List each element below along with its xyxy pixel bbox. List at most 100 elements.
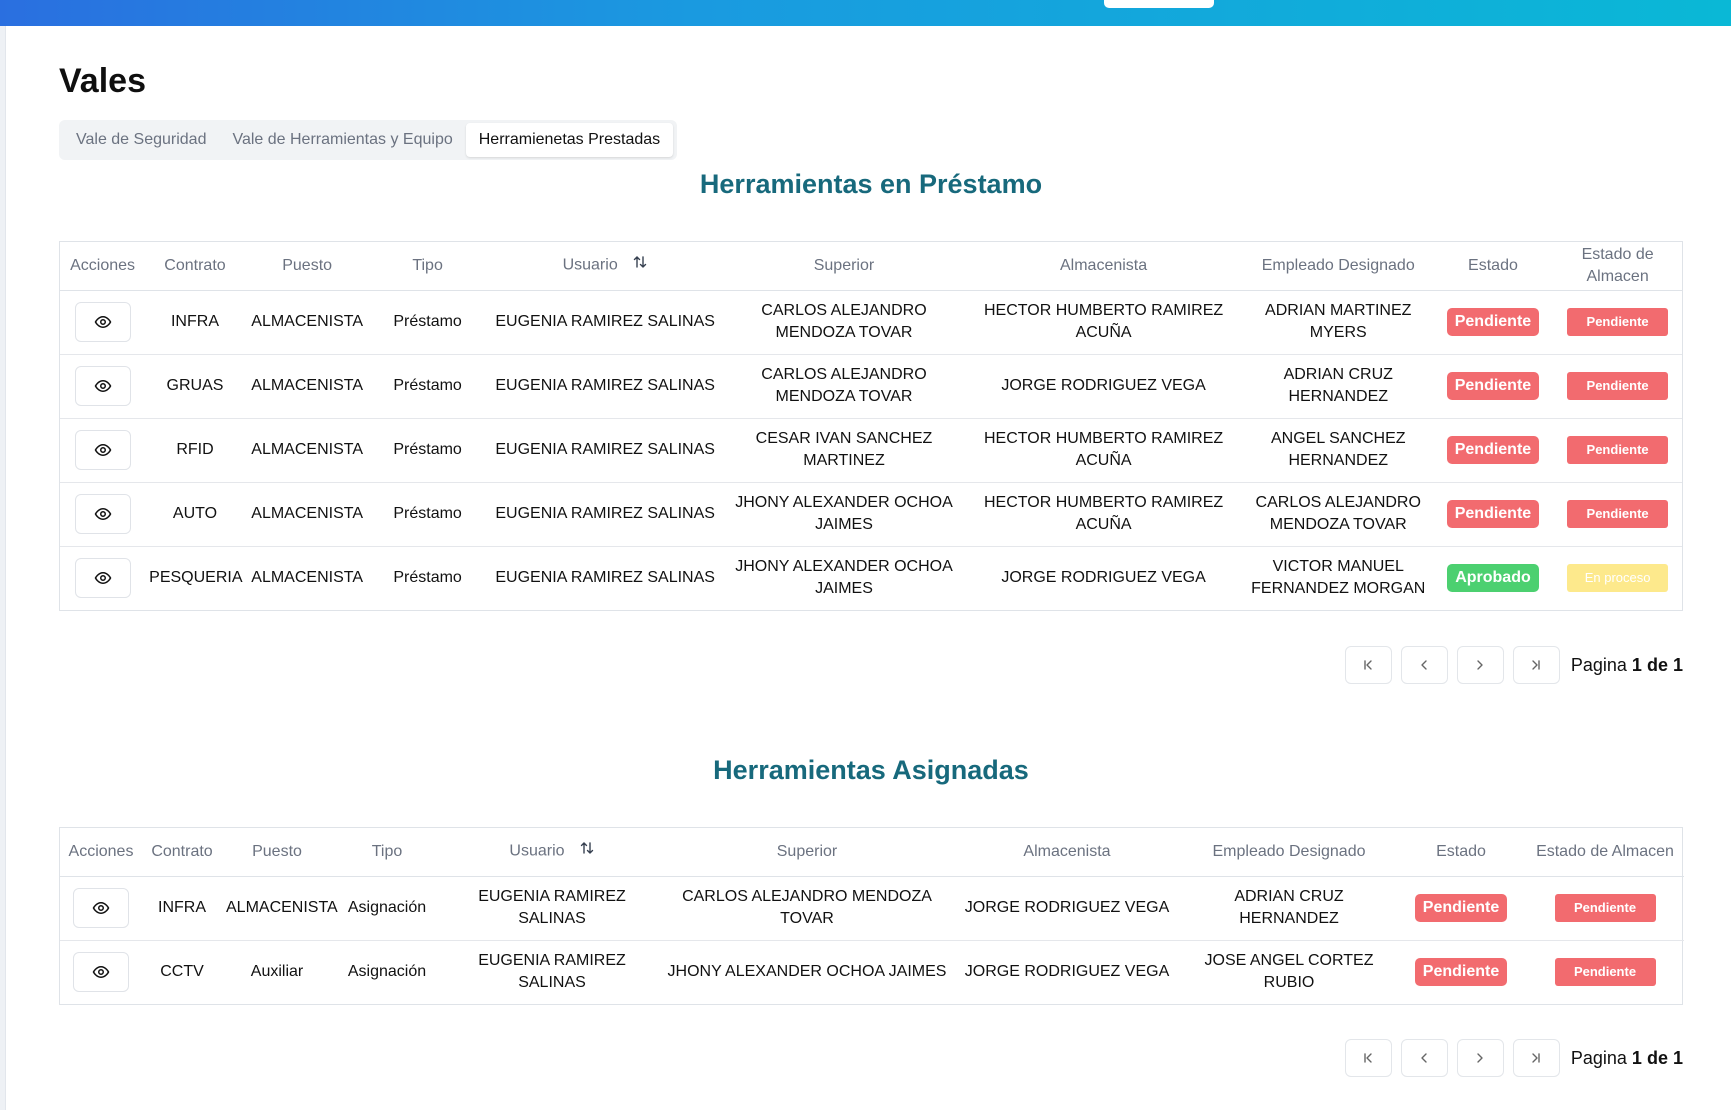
cell-puesto: ALMACENISTA [251,569,363,587]
col-estado: Estado [1432,242,1554,291]
view-button[interactable] [74,494,131,534]
col-usuario[interactable]: Usuario [485,242,725,291]
cell-empleado: ADRIAN CRUZ HERNANDEZ [1182,876,1396,941]
first-page-button[interactable] [1344,646,1392,684]
col-usuario-label: Usuario [509,842,565,860]
prev-page-button[interactable] [1400,646,1448,684]
cell-tipo: Préstamo [369,482,486,547]
top-bar-pill[interactable] [1104,0,1214,8]
col-superior: Superior [662,828,952,877]
last-page-button[interactable] [1512,646,1560,684]
cell-contrato: INFRA [142,876,222,941]
eye-icon [94,443,111,457]
cell-tipo: Asignación [347,963,427,981]
col-usuario[interactable]: Usuario [442,828,662,877]
cell-almacenista: HECTOR HUMBERTO RAMIREZ ACUÑA [963,482,1244,547]
status-badge: Pendiente [1446,372,1540,400]
view-button[interactable] [73,888,129,928]
view-button[interactable] [74,366,131,406]
status-badge: Pendiente [1414,894,1508,922]
cell-puesto: ALMACENISTA [244,290,370,355]
tab-herramientas-prestadas[interactable]: Herramienetas Prestadas [465,123,674,157]
loans-table: Acciones Contrato Puesto Tipo Usuario Su… [59,241,1683,611]
status-badge: Pendiente [1446,500,1540,528]
eye-icon [92,901,110,915]
col-empleado: Empleado Designado [1182,828,1396,877]
table-row: AUTO ALMACENISTA Préstamo EUGENIA RAMIRE… [60,482,1682,547]
table-row: INFRA ALMACENISTA Préstamo EUGENIA RAMIR… [60,290,1682,355]
cell-usuario: EUGENIA RAMIREZ SALINAS [478,952,626,992]
first-page-button[interactable] [1344,1039,1392,1077]
eye-icon [94,572,111,585]
chevron-right-icon [1477,660,1484,670]
warehouse-status-badge: En proceso [1567,564,1669,593]
col-estado: Estado [1396,828,1526,877]
chevrons-last-icon [1532,660,1541,670]
cell-superior: CARLOS ALEJANDRO MENDOZA TOVAR [724,354,964,419]
cell-almacenista: HECTOR HUMBERTO RAMIREZ ACUÑA [963,418,1244,483]
page-title: Vales [59,62,146,100]
table-header-row: Acciones Contrato Puesto Tipo Usuario Su… [60,828,1684,877]
table-row: RFID ALMACENISTA Préstamo EUGENIA RAMIRE… [60,418,1682,483]
next-page-button[interactable] [1456,646,1504,684]
cell-contrato: CCTV [160,963,204,981]
col-contrato: Contrato [145,242,245,291]
col-almacenista: Almacenista [952,828,1182,877]
cell-usuario: EUGENIA RAMIREZ SALINAS [485,482,725,547]
cell-puesto: ALMACENISTA [222,876,338,941]
cell-contrato: AUTO [145,482,245,547]
cell-tipo: Préstamo [369,418,486,483]
cell-puesto: Auxiliar [250,963,304,981]
cell-superior: CESAR IVAN SANCHEZ MARTINEZ [724,418,964,483]
cell-puesto: ALMACENISTA [244,418,370,483]
chevrons-first-icon [1364,1053,1373,1063]
col-empleado: Empleado Designado [1243,242,1433,291]
warehouse-status-badge: Pendiente [1567,308,1669,336]
cell-usuario: EUGENIA RAMIREZ SALINAS [485,290,725,355]
cell-tipo: Préstamo [369,354,486,419]
tab-vale-seguridad[interactable]: Vale de Seguridad [63,123,219,157]
cell-usuario: EUGENIA RAMIREZ SALINAS [442,876,662,941]
eye-icon [92,966,110,979]
warehouse-status-badge: Pendiente [1567,372,1669,400]
assigned-section-title: Herramientas Asignadas [713,755,1029,785]
cell-contrato: RFID [145,418,245,483]
tab-vale-herramientas-equipo[interactable]: Vale de Herramientas y Equipo [219,123,465,157]
view-button[interactable] [74,430,131,470]
view-button[interactable] [74,302,131,342]
sort-icon[interactable] [579,840,595,863]
col-puesto: Puesto [222,828,332,877]
col-tipo: Tipo [369,242,486,291]
cell-empleado: VICTOR MANUEL FERNANDEZ MORGAN [1251,558,1426,598]
view-button[interactable] [73,952,129,993]
view-button[interactable] [74,558,131,599]
cell-tipo: Asignación [332,876,442,941]
last-page-button[interactable] [1512,1039,1560,1077]
prev-page-button[interactable] [1400,1039,1448,1077]
loans-section-title: Herramientas en Préstamo [699,169,1043,199]
col-puesto: Puesto [244,242,370,291]
cell-usuario: EUGENIA RAMIREZ SALINAS [485,418,725,483]
page-indicator: Pagina 1 de 1 [1570,654,1683,675]
col-almacenista: Almacenista [963,242,1244,291]
chevrons-first-icon [1364,660,1373,670]
eye-icon [94,379,111,393]
next-page-button[interactable] [1456,1039,1504,1077]
chevrons-last-icon [1532,1053,1541,1063]
col-superior: Superior [724,242,964,291]
cell-almacenista: HECTOR HUMBERTO RAMIREZ ACUÑA [963,290,1244,355]
cell-contrato: INFRA [145,290,245,355]
col-contrato: Contrato [142,828,222,877]
sort-icon[interactable] [632,254,648,277]
eye-icon [94,315,111,329]
table-header-row: Acciones Contrato Puesto Tipo Usuario Su… [60,242,1682,291]
col-estado-almacen: Estado de Almacen [1526,828,1684,877]
table-row: INFRA ALMACENISTA Asignación EUGENIA RAM… [60,876,1684,941]
status-badge: Pendiente [1446,308,1540,336]
assigned-table: Acciones Contrato Puesto Tipo Usuario Su… [59,827,1684,1005]
chevron-left-icon [1421,1053,1428,1063]
sidebar-edge [0,26,6,1110]
cell-empleado: ADRIAN MARTINEZ MYERS [1243,290,1433,355]
cell-usuario: EUGENIA RAMIREZ SALINAS [495,569,715,587]
eye-icon [94,507,111,521]
